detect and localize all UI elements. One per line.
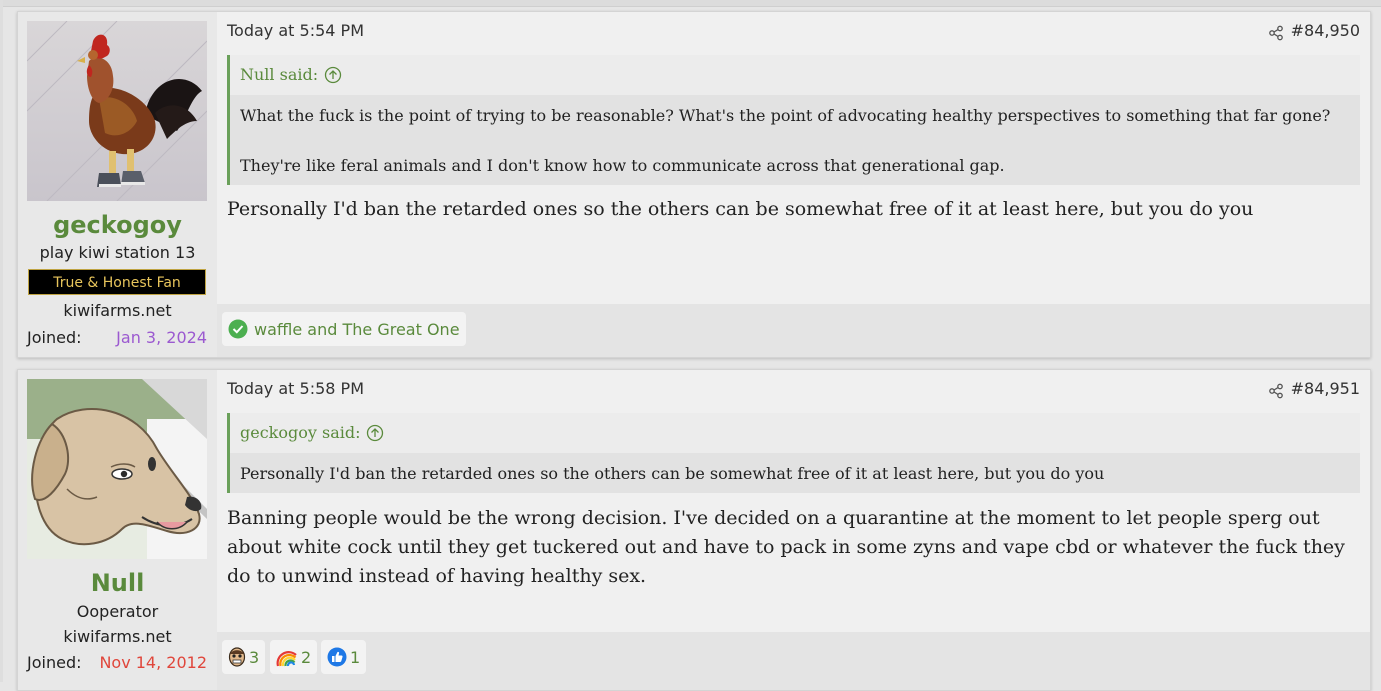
quote-line: They're like feral animals and I don't k… [240, 156, 1005, 175]
joined-date: Jan 3, 2024 [116, 328, 207, 347]
quote-text: Personally I'd ban the retarded ones so … [230, 453, 1360, 493]
share-icon[interactable] [1268, 25, 1284, 41]
share-icon[interactable] [1268, 383, 1284, 399]
forum-post: Null Ooperator kiwifarms.net Joined: Nov… [17, 369, 1371, 691]
user-site: kiwifarms.net [63, 627, 172, 646]
quote-block: geckogoy said: Personally I'd ban the re… [227, 413, 1360, 493]
quote-header: geckogoy said: [230, 413, 1360, 453]
quote-block: Null said: What the fuck is the point of… [227, 55, 1360, 185]
user-panel: geckogoy play kiwi station 13 True & Hon… [18, 12, 217, 357]
quote-line: What the fuck is the point of trying to … [240, 106, 1331, 125]
post-number[interactable]: #84,950 [1291, 21, 1360, 40]
jump-to-quote-icon[interactable] [366, 424, 384, 442]
quote-author[interactable]: geckogoy said: [240, 423, 361, 442]
post-timestamp[interactable]: Today at 5:58 PM [227, 379, 364, 398]
rooster-avatar[interactable] [27, 21, 207, 201]
post-message: Personally I'd ban the retarded ones so … [227, 198, 1254, 220]
post-body: Today at 5:58 PM #84,951 geckogoy said: … [217, 370, 1370, 690]
quote-header: Null said: [230, 55, 1360, 95]
quote-author[interactable]: Null said: [240, 65, 318, 84]
joined-label: Joined: [27, 653, 82, 672]
check-reaction-icon [228, 319, 248, 339]
dog-avatar[interactable] [27, 379, 207, 559]
username[interactable]: geckogoy [18, 211, 217, 239]
reaction-count: 3 [249, 647, 260, 667]
jump-to-quote-icon[interactable] [324, 66, 342, 84]
post-footer: waffle and The Great One [217, 304, 1370, 357]
user-banner: True & Honest Fan [28, 269, 206, 295]
reaction-count: 2 [301, 647, 312, 667]
reaction-face[interactable]: 3 [222, 640, 266, 674]
forum-post: geckogoy play kiwi station 13 True & Hon… [17, 11, 1371, 358]
user-panel: Null Ooperator kiwifarms.net Joined: Nov… [18, 370, 217, 690]
post-body: Today at 5:54 PM #84,950 Null said: What… [217, 12, 1370, 357]
user-site: kiwifarms.net [63, 301, 172, 320]
rainbow-reaction-icon [276, 651, 297, 667]
reaction-rainbow[interactable]: 2 [270, 640, 318, 674]
post-timestamp[interactable]: Today at 5:54 PM [227, 21, 364, 40]
user-title: Ooperator [76, 602, 159, 621]
post-number[interactable]: #84,951 [1291, 379, 1360, 398]
joined-label: Joined: [27, 328, 82, 347]
quote-text: What the fuck is the point of trying to … [230, 95, 1360, 185]
like-reaction-icon [327, 647, 347, 667]
reaction-count: 1 [350, 647, 361, 667]
joined-date: Nov 14, 2012 [99, 653, 207, 672]
reactions-summary[interactable]: waffle and The Great One [222, 312, 466, 346]
post-message: Banning people would be the wrong decisi… [227, 507, 1345, 587]
user-title: play kiwi station 13 [39, 243, 196, 262]
post-footer: 3 2 1 [217, 632, 1370, 690]
quote-line: Personally I'd ban the retarded ones so … [240, 464, 1105, 483]
face-reaction-icon [228, 647, 246, 667]
username[interactable]: Null [18, 569, 217, 597]
reactions-text: waffle and The Great One [254, 319, 460, 339]
page-left-rail [0, 0, 3, 682]
reaction-like[interactable]: 1 [321, 640, 367, 674]
previous-post-edge [0, 0, 1381, 7]
